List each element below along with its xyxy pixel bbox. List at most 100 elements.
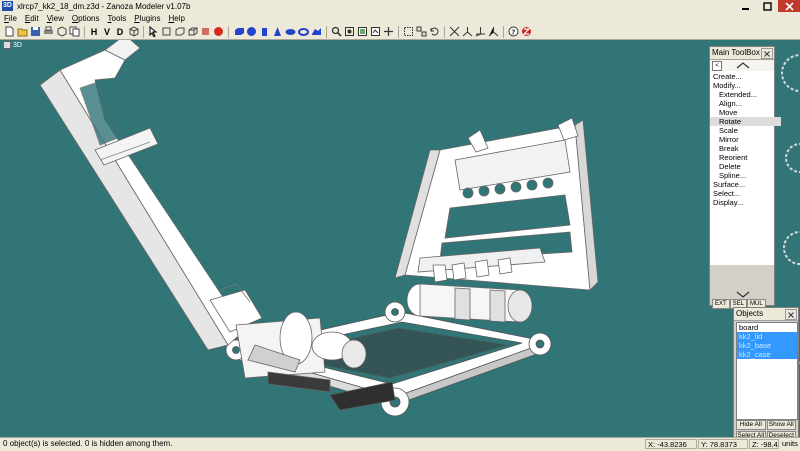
sphere-render-button[interactable]: [212, 26, 224, 38]
frame-button[interactable]: [160, 26, 172, 38]
objects-title: Objects: [736, 309, 764, 318]
print-button[interactable]: [42, 26, 54, 38]
wire-box-button[interactable]: [186, 26, 198, 38]
axis-y-button[interactable]: [461, 26, 473, 38]
create-box-button[interactable]: [232, 26, 244, 38]
view-v-button[interactable]: V: [101, 26, 113, 38]
object-item-kk2-lid[interactable]: kk2_lid: [737, 332, 797, 341]
toolbar-separator: [503, 25, 504, 38]
objects-list: board kk2_lid kk2_base kk2_case: [736, 322, 798, 420]
toolbox-item-break[interactable]: Break: [710, 144, 781, 153]
toolbar-separator: [143, 25, 144, 38]
toolbox-item-select[interactable]: Select...: [710, 189, 775, 198]
create-cone-button[interactable]: [271, 26, 283, 38]
toolbox-item-align[interactable]: Align...: [710, 99, 781, 108]
minimize-icon: [741, 7, 749, 10]
help-button[interactable]: ?: [507, 26, 519, 38]
object-item-kk2-base[interactable]: kk2_base: [737, 341, 797, 350]
dashed-select-icon: [403, 27, 413, 36]
zoom-all-icon: [370, 27, 380, 36]
zoom-button[interactable]: [330, 26, 342, 38]
menu-options[interactable]: Options: [68, 13, 104, 24]
x-coordinate: X: -43.8236: [645, 439, 697, 449]
toolbox-back-button[interactable]: <: [712, 61, 722, 71]
menu-file[interactable]: File: [0, 13, 21, 24]
menu-help[interactable]: Help: [164, 13, 188, 24]
pan-button[interactable]: [382, 26, 394, 38]
toolbar-separator: [398, 25, 399, 38]
create-sphere-button[interactable]: [245, 26, 257, 38]
box-button[interactable]: [173, 26, 185, 38]
toolbox-item-surface[interactable]: Surface...: [710, 180, 775, 189]
close-icon: [788, 311, 794, 318]
toolbox-tab-ext[interactable]: EXT: [712, 299, 730, 309]
zanoza-button[interactable]: [520, 26, 532, 38]
select-arrow-button[interactable]: [147, 26, 159, 38]
blue-disc-icon: [285, 29, 295, 35]
hide-all-button[interactable]: Hide All: [736, 420, 766, 430]
axis-tripod-button[interactable]: [487, 26, 499, 38]
axis-z-button[interactable]: [474, 26, 486, 38]
print-icon: [43, 26, 53, 34]
toolbox-item-rotate[interactable]: Rotate: [710, 117, 781, 126]
toolbox-item-scale[interactable]: Scale: [710, 126, 781, 135]
view-d-button[interactable]: D: [114, 26, 126, 38]
object-item-kk2-case[interactable]: kk2_case: [737, 350, 797, 359]
copy-button[interactable]: [68, 26, 80, 38]
toolbox-item-delete[interactable]: Delete: [710, 162, 781, 171]
object-item-board[interactable]: board: [737, 323, 797, 332]
blue-cone-icon: [273, 27, 281, 36]
move-tool-button[interactable]: [415, 26, 427, 38]
toolbox-item-move[interactable]: Move: [710, 108, 781, 117]
menu-plugins[interactable]: Plugins: [130, 13, 164, 24]
rotate-tool-button[interactable]: [428, 26, 440, 38]
show-all-button[interactable]: Show All: [766, 420, 796, 430]
toolbox-item-display[interactable]: Display...: [710, 198, 775, 207]
toolbar-separator: [228, 25, 229, 38]
kk2-case: [394, 117, 599, 291]
objects-close-button[interactable]: [785, 309, 797, 320]
toolbox-scroll-up-button[interactable]: [736, 62, 750, 69]
toolbox-item-modify[interactable]: Modify...: [710, 81, 775, 90]
zoom-region-button[interactable]: [343, 26, 355, 38]
menu-view[interactable]: View: [43, 13, 68, 24]
create-torus-button[interactable]: [297, 26, 309, 38]
cut-button[interactable]: [55, 26, 67, 38]
units-label: units: [782, 439, 798, 448]
toolbox-close-button[interactable]: [761, 48, 773, 59]
close-button[interactable]: [778, 0, 800, 12]
paint-button[interactable]: [199, 26, 211, 38]
minimize-button[interactable]: [734, 0, 756, 12]
paint-icon: [201, 28, 209, 35]
create-cylinder-button[interactable]: [258, 26, 270, 38]
blue-cylinder-icon: [261, 28, 267, 36]
cube-view-icon: [129, 26, 138, 37]
create-mesh-button[interactable]: [310, 26, 322, 38]
help-icon: ?: [508, 26, 518, 37]
zoom-extents-button[interactable]: [356, 26, 368, 38]
menu-edit[interactable]: Edit: [21, 13, 43, 24]
toolbox-item-reorient[interactable]: Reorient: [710, 153, 781, 162]
create-disc-button[interactable]: [284, 26, 296, 38]
toolbox-item-create[interactable]: Create...: [710, 72, 775, 81]
view-h-button[interactable]: H: [88, 26, 100, 38]
viewport-3d[interactable]: 3D: [0, 40, 800, 437]
maximize-button[interactable]: [756, 0, 778, 12]
menu-tools[interactable]: Tools: [104, 13, 131, 24]
toolbox-item-extended[interactable]: Extended...: [710, 90, 781, 99]
save-file-button[interactable]: [29, 26, 41, 38]
pan-icon: [383, 27, 393, 36]
zoom-all-button[interactable]: [369, 26, 381, 38]
new-file-button[interactable]: [3, 26, 15, 38]
blue-box-icon: [234, 28, 244, 35]
open-file-button[interactable]: [16, 26, 28, 38]
main-toolbox-panel: Main ToolBox < Create... Modify... Exten…: [709, 46, 781, 309]
toolbox-item-mirror[interactable]: Mirror: [710, 135, 781, 144]
app-icon: 3D: [2, 1, 13, 11]
view-3d-button[interactable]: [127, 26, 139, 38]
toolbox-scroll-down-button[interactable]: [736, 291, 750, 298]
axis-x-button[interactable]: [448, 26, 460, 38]
blue-torus-icon: [297, 28, 309, 36]
select-region-button[interactable]: [402, 26, 414, 38]
toolbox-item-spline[interactable]: Spline...: [710, 171, 781, 180]
